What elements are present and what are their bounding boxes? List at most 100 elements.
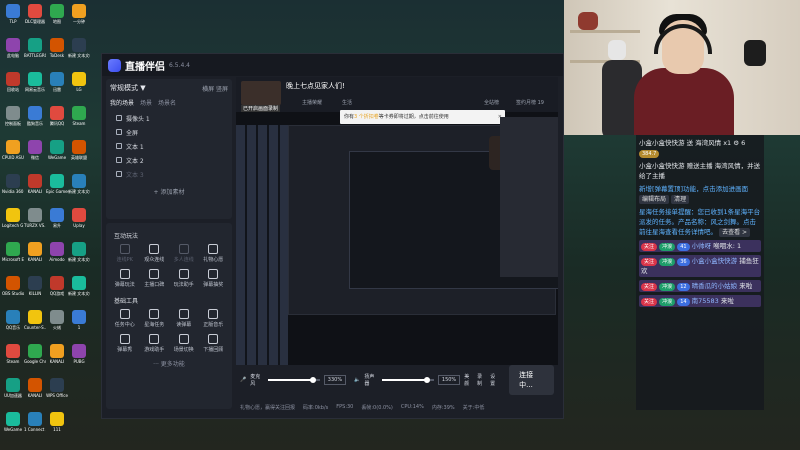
tool-button[interactable]: 正版音乐 xyxy=(199,309,229,328)
desktop-icon[interactable]: 一分钟 xyxy=(68,4,90,24)
go-live-button[interactable]: 连接中... xyxy=(509,365,554,395)
tab-anchor-honor[interactable]: 主播荣耀 xyxy=(302,99,322,106)
desktop-icon[interactable]: Microsoft Edge xyxy=(2,242,24,262)
mic-icon[interactable]: 🎤 xyxy=(240,377,246,383)
tool-button[interactable]: 观众连线 xyxy=(140,244,170,263)
tab-site-rank[interactable]: 全站榜 xyxy=(484,99,499,106)
desktop-icon[interactable]: 火绒 xyxy=(46,310,68,330)
source-item[interactable]: 文本 3 xyxy=(110,167,228,181)
settings-button[interactable]: 设置 xyxy=(490,373,499,387)
desktop-icon[interactable]: 1 Connect 3 xyxy=(24,412,46,432)
desktop-icon[interactable]: KANALI xyxy=(24,174,46,194)
desktop-icon[interactable]: 新建 文本文档 xyxy=(68,276,90,296)
tab-scene-name[interactable]: 场景名 xyxy=(158,98,176,107)
tool-button[interactable]: 任务中心 xyxy=(110,309,140,328)
stream-preview[interactable]: 已开启画面录制 晚上七点见家人们! 主播荣耀 生活 全站榜 签约月榜 19 你有… xyxy=(236,77,558,365)
speaker-slider[interactable] xyxy=(381,377,434,383)
chat-username[interactable]: 南75583 xyxy=(692,297,719,305)
orientation-toggle[interactable]: 横屏 竖屏 xyxy=(202,84,228,93)
desktop-icon[interactable]: 网易云音乐 xyxy=(24,72,46,92)
chat-username[interactable]: 晴香瓜的小姑娘 xyxy=(692,282,738,290)
coupon-notice[interactable]: 你有3 个折扣卷等卡券即将过期，点击前往使用 ✕ xyxy=(340,110,505,124)
speaker-icon[interactable]: 🔈 xyxy=(354,377,360,383)
tab-scene[interactable]: 场景 xyxy=(140,98,152,107)
tool-button[interactable]: 多人连线 xyxy=(169,244,199,263)
chat-username[interactable]: 小帅呀 xyxy=(692,242,712,250)
tool-button[interactable]: 弹幕秀 xyxy=(110,334,140,353)
add-source-button[interactable]: + 添加素材 xyxy=(110,187,228,196)
tab-life[interactable]: 生活 xyxy=(342,99,352,106)
tool-button[interactable]: 场景切换 xyxy=(169,334,199,353)
chat-action-button[interactable]: 去查看 > xyxy=(719,228,751,237)
desktop-icon[interactable]: KANALI xyxy=(24,378,46,398)
desktop-icon[interactable]: Epic Games Launcher xyxy=(46,174,68,194)
desktop-icon[interactable]: Logitech G HUB xyxy=(2,208,24,228)
desktop-icon[interactable]: QQ音乐 xyxy=(2,310,24,330)
desktop-icon[interactable]: KANALI xyxy=(24,242,46,262)
desktop-icon[interactable]: Uplay xyxy=(68,208,90,228)
desktop-icon[interactable]: CPUID ASUS CPU-Z xyxy=(2,140,24,160)
source-item[interactable]: 文本 2 xyxy=(110,153,228,167)
desktop-icon[interactable]: 新建 文本文档 xyxy=(68,174,90,194)
chat-action-button[interactable]: 编辑布局 xyxy=(639,195,670,204)
chat-username[interactable]: 小盒小盒快快游 xyxy=(692,257,738,265)
tool-button[interactable]: 主播口碑 xyxy=(140,269,170,288)
desktop-icon[interactable]: 腾讯QQ xyxy=(46,106,68,126)
desktop-icon[interactable]: KANALI xyxy=(46,344,68,364)
desktop-icon[interactable]: 回收站 xyxy=(2,72,24,92)
desktop-icon[interactable]: Aimodo xyxy=(46,242,68,262)
desktop-icon[interactable]: Counter-S.. xyxy=(24,310,46,330)
speaker-value[interactable]: 150% xyxy=(437,375,461,385)
desktop-icon[interactable]: 酷狗音乐 xyxy=(24,106,46,126)
mode-select[interactable]: 常规模式 ▼ xyxy=(110,83,146,93)
desktop-icon[interactable]: OBS Studio xyxy=(2,276,24,296)
desktop-icon[interactable]: Steam xyxy=(68,106,90,126)
tab-monthly-rank[interactable]: 签约月榜 19 xyxy=(516,99,544,106)
tool-button[interactable]: 弹幕玩法 xyxy=(110,269,140,288)
tool-button[interactable]: 读弹幕 xyxy=(169,309,199,328)
desktop-icon[interactable]: DLC管理器 xyxy=(24,4,46,24)
desktop-icon[interactable]: TURZX VS.. xyxy=(24,208,46,228)
tool-button[interactable]: 礼物心愿 xyxy=(199,244,229,263)
desktop-icon[interactable]: ToDesk xyxy=(46,38,68,58)
desktop-icon[interactable]: TLP xyxy=(2,4,24,24)
mic-value[interactable]: 330% xyxy=(323,375,347,385)
chat-action-button[interactable]: 清理 xyxy=(671,195,690,204)
tool-button[interactable]: 下播回顾 xyxy=(199,334,229,353)
desktop-icon[interactable]: LG xyxy=(68,72,90,92)
desktop-icon[interactable]: UU加速器 xyxy=(2,378,24,398)
desktop-icon[interactable]: 英雄联盟 xyxy=(68,140,90,160)
tab-my-scene[interactable]: 我的场景 xyxy=(110,98,134,107)
desktop-icon[interactable]: Steam xyxy=(2,344,24,364)
source-item[interactable]: 文本 1 xyxy=(110,139,228,153)
tool-button[interactable]: 玩法助手 xyxy=(169,269,199,288)
desktop-icon[interactable]: WeGame xyxy=(2,412,24,432)
desktop-icon[interactable]: 易升 xyxy=(46,208,68,228)
tool-button[interactable]: 星海任务 xyxy=(140,309,170,328)
record-button[interactable]: 录制 xyxy=(477,373,486,387)
desktop-icon[interactable]: QQ游戏 xyxy=(46,276,68,296)
desktop-icon[interactable]: 地图 xyxy=(46,4,68,24)
desktop-icon[interactable]: Google Chrome xyxy=(24,344,46,364)
desktop-icon[interactable]: 111 xyxy=(46,412,68,432)
desktop-icon[interactable]: 迅雷 xyxy=(46,72,68,92)
desktop-icon[interactable]: PUBG xyxy=(68,344,90,364)
source-item[interactable]: 摄像头 1 xyxy=(110,111,228,125)
desktop-icon[interactable]: WeGame xyxy=(46,140,68,160)
desktop-icon[interactable]: Nvidia 360 Link Co.. xyxy=(2,174,24,194)
desktop-icon[interactable]: BATTLEGRO.. xyxy=(24,38,46,58)
desktop-icon[interactable]: WPS Office xyxy=(46,378,68,398)
desktop-icon[interactable]: 1 xyxy=(68,310,90,330)
mic-slider[interactable] xyxy=(267,377,320,383)
desktop-icon[interactable]: KILLIN xyxy=(24,276,46,296)
desktop-icon[interactable]: 微信 xyxy=(24,140,46,160)
more-tools-button[interactable]: ··· 更多功能 xyxy=(110,359,228,368)
effects-button[interactable]: 美颜 xyxy=(464,373,473,387)
desktop-icon[interactable]: 新建 文本文档 xyxy=(68,38,90,58)
desktop-icon[interactable]: 新建 文本文档 xyxy=(68,242,90,262)
tool-button[interactable]: 弹幕抽奖 xyxy=(199,269,229,288)
tool-button[interactable]: 连线PK xyxy=(110,244,140,263)
tool-button[interactable]: 游戏助手 xyxy=(140,334,170,353)
desktop-icon[interactable]: 控制面板 xyxy=(2,106,24,126)
desktop-icon[interactable]: 此电脑 xyxy=(2,38,24,58)
